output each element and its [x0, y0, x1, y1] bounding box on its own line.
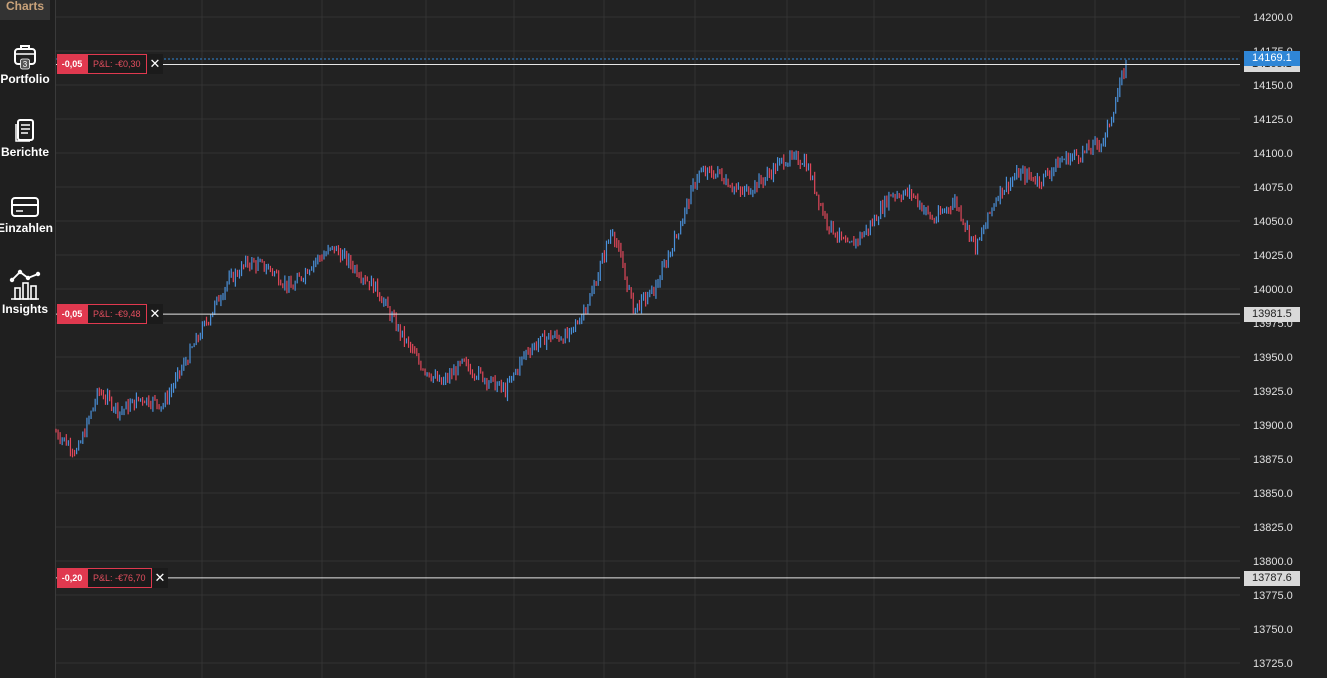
y-tick-label: 13800.0	[1253, 556, 1293, 568]
order-pnl-label: P&L: -€76,70	[87, 567, 152, 588]
order-qty-badge[interactable]: -0,05	[57, 54, 87, 75]
order-price-tag: 13787.6	[1244, 570, 1300, 586]
y-tick-label: 13825.0	[1253, 522, 1293, 534]
close-order-icon[interactable]: ✕	[152, 567, 168, 588]
y-tick-label: 13775.0	[1253, 590, 1293, 602]
order-qty-badge[interactable]: -0,20	[57, 567, 87, 588]
y-tick-label: 14050.0	[1253, 216, 1293, 228]
y-tick-label: 13850.0	[1253, 488, 1293, 500]
order-qty-badge[interactable]: -0,05	[57, 304, 87, 325]
y-tick-label: 14150.0	[1253, 80, 1293, 92]
y-tick-label: 13900.0	[1253, 420, 1293, 432]
y-tick-label: 13925.0	[1253, 386, 1293, 398]
close-order-icon[interactable]: ✕	[147, 304, 163, 325]
current-price-tag: 14169.1	[1244, 51, 1300, 67]
y-tick-label: 13725.0	[1253, 658, 1293, 670]
y-tick-label: 14100.0	[1253, 148, 1293, 160]
y-tick-label: 14075.0	[1253, 182, 1293, 194]
close-order-icon[interactable]: ✕	[147, 54, 163, 75]
y-tick-label: 13950.0	[1253, 352, 1293, 364]
horizontal-gridlines	[56, 16, 1240, 664]
y-tick-label: 14125.0	[1253, 114, 1293, 126]
y-tick-label: 13750.0	[1253, 624, 1293, 636]
y-tick-label: 14000.0	[1253, 284, 1293, 296]
price-chart[interactable]: 14200.014175.014150.014125.014100.014075…	[0, 0, 1327, 678]
y-tick-label: 13875.0	[1253, 454, 1293, 466]
y-tick-label: 14200.0	[1253, 12, 1293, 24]
order-price-tag: 13981.5	[1244, 307, 1300, 323]
vertical-gridlines	[201, 0, 1186, 678]
order-pnl-label: P&L: -€0,30	[87, 54, 147, 75]
order-pnl-label: P&L: -€9,48	[87, 304, 147, 325]
y-tick-label: 14025.0	[1253, 250, 1293, 262]
order-lines	[56, 58, 1240, 579]
